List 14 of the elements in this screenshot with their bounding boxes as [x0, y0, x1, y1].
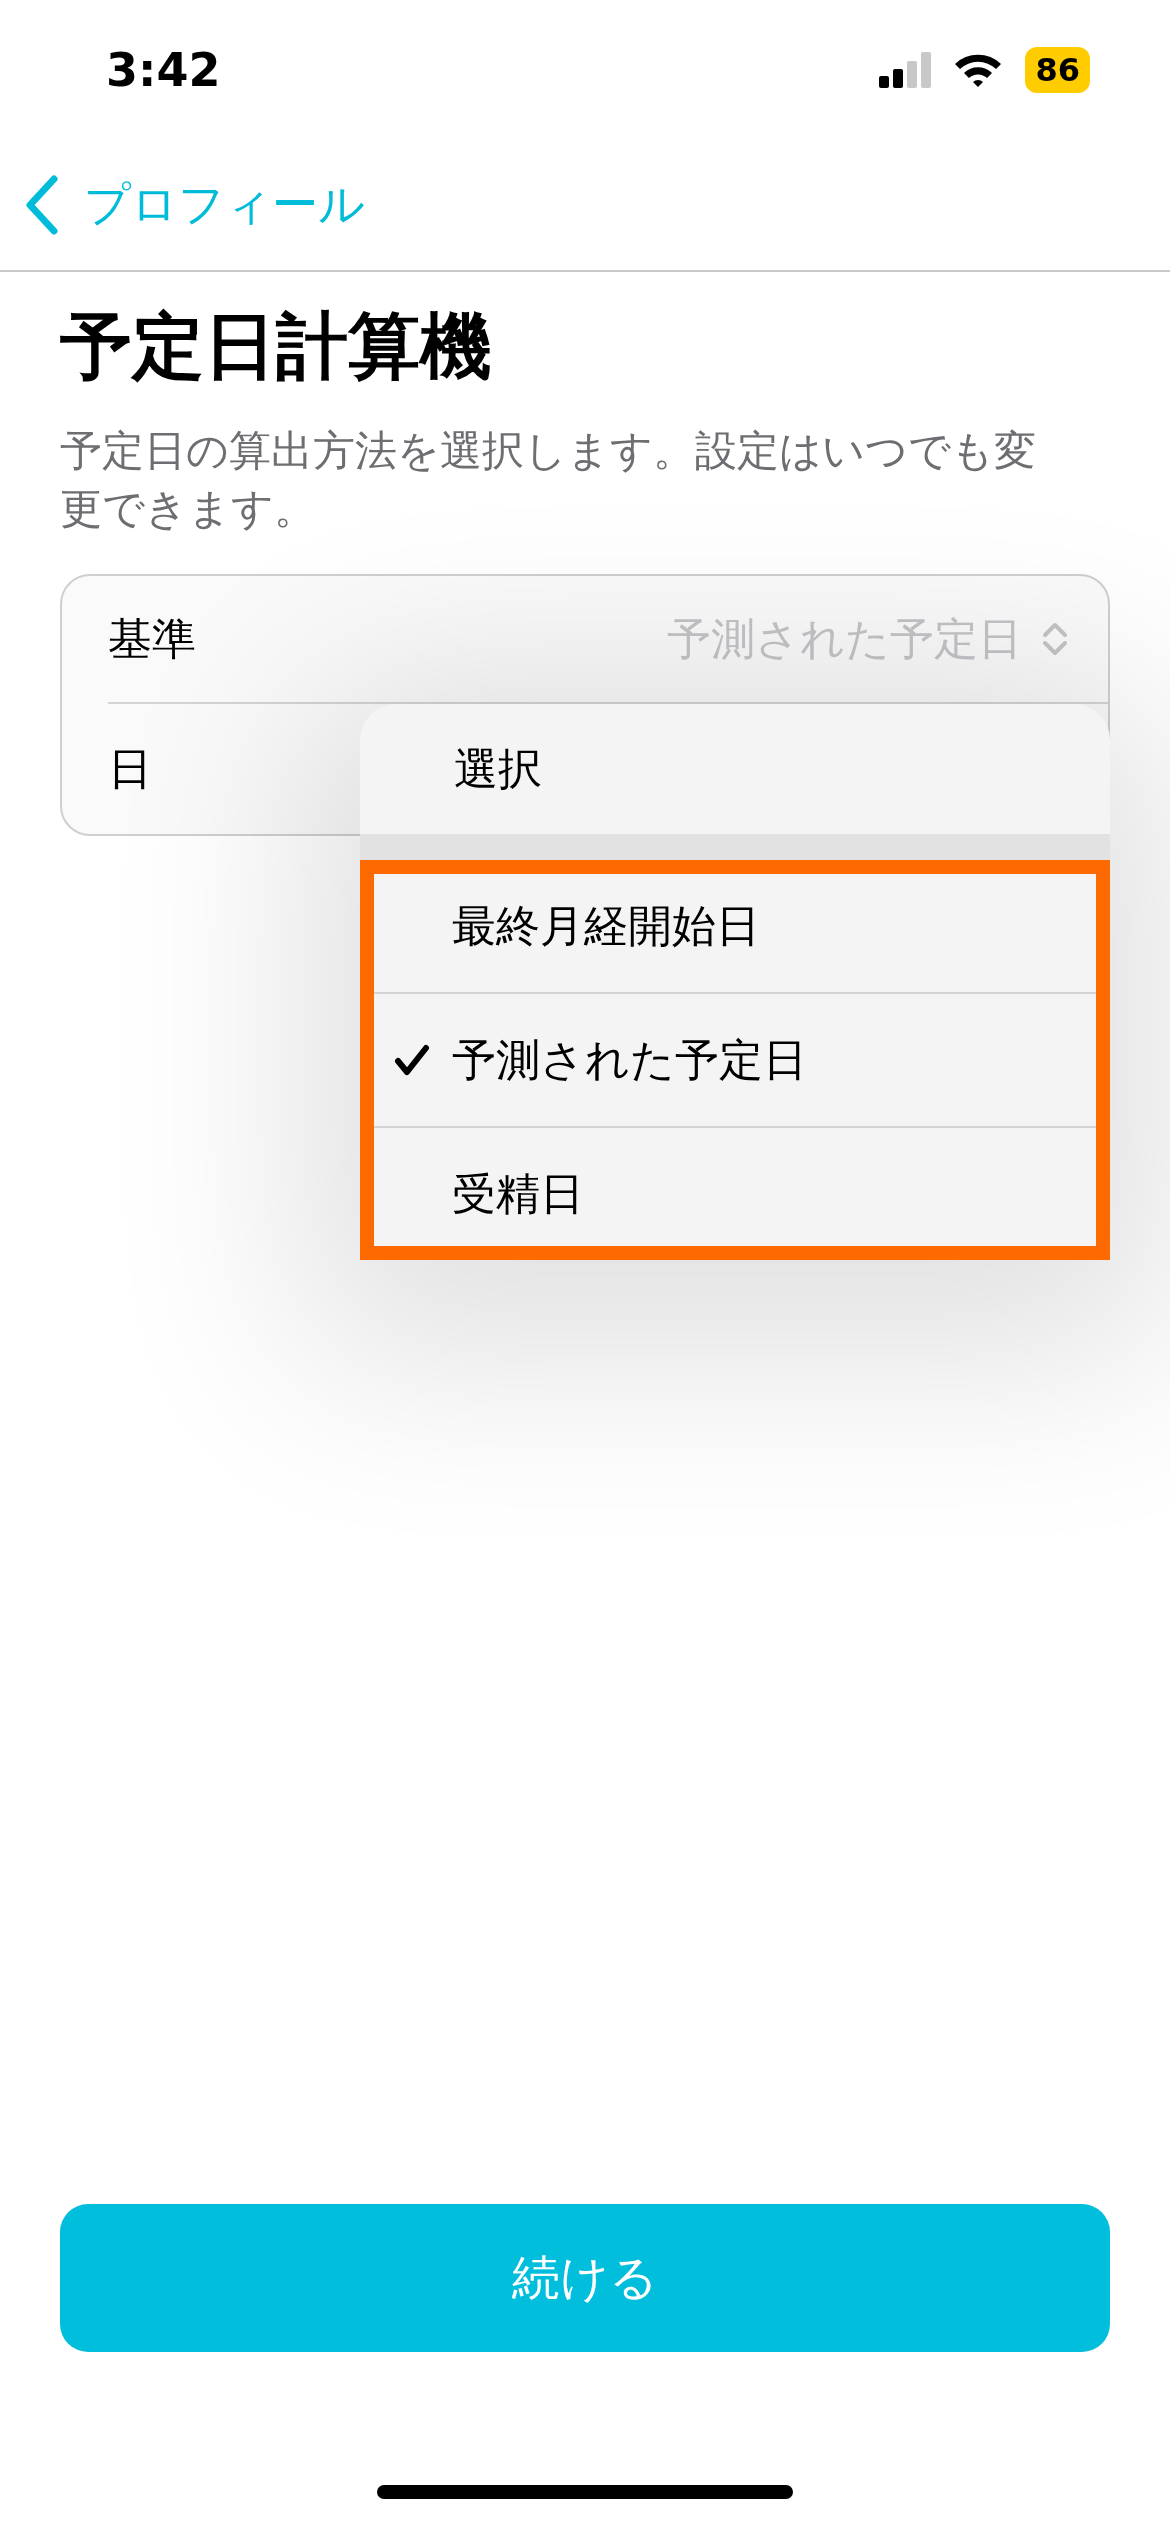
menu-item[interactable]: 受精日	[360, 1126, 1110, 1260]
wifi-icon	[953, 52, 1004, 88]
row-label: 日	[108, 741, 152, 796]
battery-level: 86	[1025, 47, 1090, 93]
description-text: 予定日の算出方法を選択します。設定はいつでも変更できます。	[60, 425, 1037, 535]
menu-title: 選択	[453, 741, 543, 796]
back-chevron-icon	[24, 175, 60, 235]
row-label: 基準	[108, 611, 196, 666]
status-time: 3:42	[106, 43, 221, 97]
signal-icon	[879, 52, 932, 88]
page-title: 予定日計算機	[60, 303, 493, 390]
chevron-updown-icon	[1042, 622, 1068, 656]
menu-item[interactable]: 最終月経開始日	[360, 860, 1110, 992]
menu-item[interactable]: 予測された予定日	[360, 992, 1110, 1126]
